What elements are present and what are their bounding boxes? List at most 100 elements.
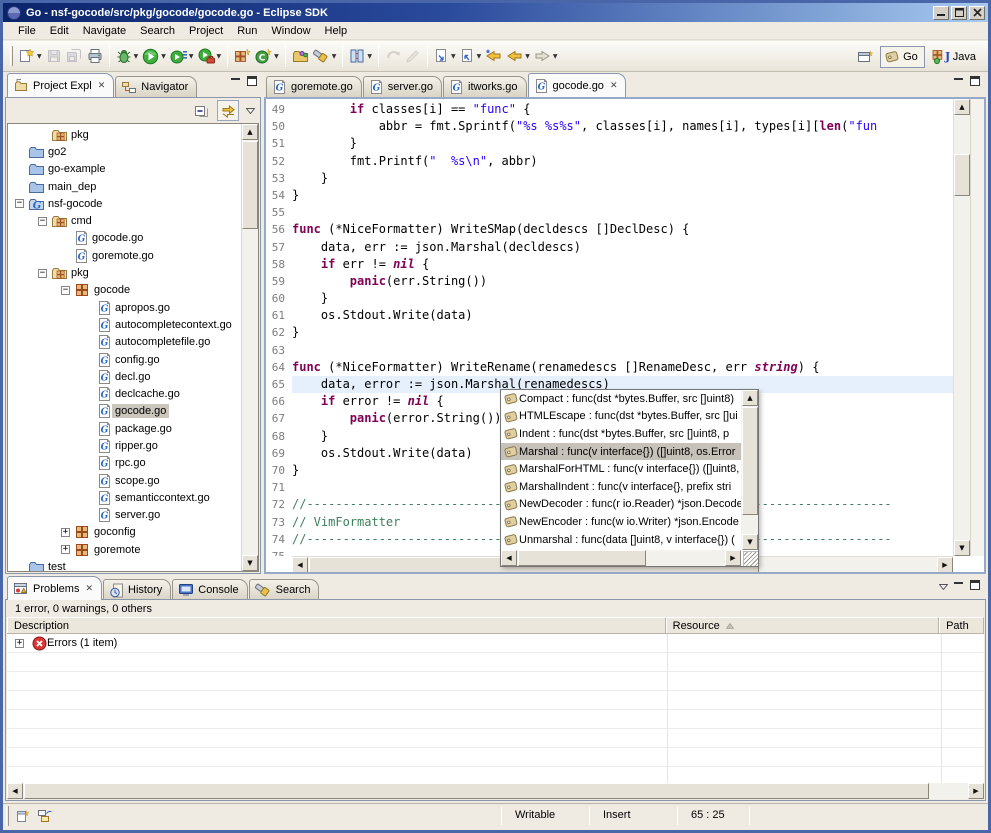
- menu-window[interactable]: Window: [264, 24, 317, 38]
- expand-node-icon[interactable]: +: [61, 528, 70, 537]
- collapse-all-icon[interactable]: [191, 100, 213, 121]
- explorer-tab-project-expl[interactable]: Project Expl✕: [7, 73, 114, 97]
- completion-item[interactable]: Unmarshal : func(data []uint8, v interfa…: [501, 531, 741, 549]
- problem-group-row[interactable]: +Errors (1 item): [7, 634, 984, 653]
- menu-navigate[interactable]: Navigate: [76, 24, 133, 38]
- tree-item-go-example[interactable]: go-example: [8, 161, 241, 178]
- editor-tab-goremote-go[interactable]: Ggoremote.go: [266, 76, 362, 97]
- tree-item-go2[interactable]: go2: [8, 143, 241, 160]
- view-menu-icon[interactable]: [939, 581, 948, 593]
- menu-search[interactable]: Search: [133, 24, 182, 38]
- code-line-51[interactable]: 51 }: [266, 135, 953, 152]
- tree-item-rpc-go[interactable]: Grpc.go: [8, 455, 241, 472]
- tree-item-decl-go[interactable]: Gdecl.go: [8, 368, 241, 385]
- code-line-59[interactable]: 59 panic(err.String()): [266, 273, 953, 290]
- tree-item-scope-go[interactable]: Gscope.go: [8, 472, 241, 489]
- tree-item-nsf-gocode[interactable]: −Gnsf-gocode: [8, 195, 241, 212]
- tree-item-apropos-go[interactable]: Gapropos.go: [8, 299, 241, 316]
- tree-item-test[interactable]: test: [8, 558, 241, 571]
- fast-view-icon[interactable]: [12, 806, 34, 827]
- view-menu-icon[interactable]: [243, 100, 257, 121]
- popup-vscrollbar[interactable]: ▲ ▼: [741, 390, 758, 550]
- dropdown-caret-icon[interactable]: ▼: [37, 53, 42, 60]
- minimize-view-icon[interactable]: [231, 77, 241, 89]
- tree-item-goremote[interactable]: +goremote: [8, 541, 241, 558]
- tree-item-ripper-go[interactable]: Gripper.go: [8, 437, 241, 454]
- tree-item-server-go[interactable]: Gserver.go: [8, 507, 241, 524]
- new-button[interactable]: ▼: [16, 44, 44, 68]
- tree-item-goconfig[interactable]: +goconfig: [8, 524, 241, 541]
- dropdown-caret-icon[interactable]: ▼: [189, 53, 194, 60]
- tree-item-autocompletefile-go[interactable]: Gautocompletefile.go: [8, 334, 241, 351]
- problems-tab-console[interactable]: Console: [172, 579, 247, 600]
- editor-tab-server-go[interactable]: Gserver.go: [363, 76, 442, 97]
- editor-tab-itworks-go[interactable]: Gitworks.go: [443, 76, 527, 97]
- dropdown-caret-icon[interactable]: ▼: [451, 53, 456, 60]
- editor-vscrollbar[interactable]: ▲ ▼: [953, 99, 970, 556]
- dropdown-caret-icon[interactable]: ▼: [134, 53, 139, 60]
- tree-item-pkg[interactable]: −pkg: [8, 264, 241, 281]
- tree-item-cmd[interactable]: −cmd: [8, 212, 241, 229]
- toolbar-gripper[interactable]: [10, 46, 13, 66]
- perspective-java[interactable]: JJava: [929, 46, 982, 68]
- editor-tab-gocode-go[interactable]: Ggocode.go✕: [528, 73, 627, 97]
- next-annotation-button[interactable]: ▼: [432, 44, 458, 68]
- code-line-55[interactable]: 55: [266, 204, 953, 221]
- minimize-editor-icon[interactable]: [954, 77, 964, 89]
- compare-button[interactable]: ▼: [347, 44, 374, 68]
- close-tab-icon[interactable]: ✕: [610, 81, 618, 91]
- tree-item-autocompletecontext-go[interactable]: Gautocompletecontext.go: [8, 316, 241, 333]
- menu-project[interactable]: Project: [182, 24, 230, 38]
- problems-tab-search[interactable]: Search: [249, 579, 320, 600]
- print-button[interactable]: [85, 44, 105, 68]
- dropdown-caret-icon[interactable]: ▼: [332, 53, 337, 60]
- tree-item-gocode-go[interactable]: Ggocode.go: [8, 230, 241, 247]
- collapse-node-icon[interactable]: −: [38, 269, 47, 278]
- tree-item-config-go[interactable]: Gconfig.go: [8, 351, 241, 368]
- open-resource-button[interactable]: [290, 44, 311, 68]
- code-line-63[interactable]: 63: [266, 342, 953, 359]
- tree-scrollbar[interactable]: ▲ ▼: [241, 124, 258, 571]
- code-line-54[interactable]: 54}: [266, 187, 953, 204]
- completion-item[interactable]: NewDecoder : func(r io.Reader) *json.Dec…: [501, 496, 741, 514]
- new-go-package-button[interactable]: [232, 44, 253, 68]
- tree-item-declcache-go[interactable]: Gdeclcache.go: [8, 385, 241, 402]
- tree-item-package-go[interactable]: Gpackage.go: [8, 420, 241, 437]
- maximize-button[interactable]: [951, 6, 967, 20]
- close-tab-icon[interactable]: ✕: [85, 584, 93, 594]
- column-header-path[interactable]: Path: [939, 617, 984, 633]
- completion-item[interactable]: HTMLEscape : func(dst *bytes.Buffer, src…: [501, 408, 741, 426]
- tree-item-goremote-go[interactable]: Ggoremote.go: [8, 247, 241, 264]
- menu-edit[interactable]: Edit: [43, 24, 76, 38]
- forward-button[interactable]: ▼: [532, 44, 560, 68]
- code-line-52[interactable]: 52 fmt.Printf(" %s\n", abbr): [266, 153, 953, 170]
- maximize-editor-icon[interactable]: [970, 76, 980, 89]
- completion-item[interactable]: MarshalForHTML : func(v interface{}) ([]…: [501, 460, 741, 478]
- dropdown-caret-icon[interactable]: ▼: [525, 53, 530, 60]
- code-line-60[interactable]: 60 }: [266, 290, 953, 307]
- overview-ruler[interactable]: [970, 99, 984, 556]
- dropdown-caret-icon[interactable]: ▼: [553, 53, 558, 60]
- completion-item[interactable]: MarshalIndent : func(v interface{}, pref…: [501, 478, 741, 496]
- code-line-57[interactable]: 57 data, err := json.Marshal(decldescs): [266, 239, 953, 256]
- code-line-58[interactable]: 58 if err != nil {: [266, 256, 953, 273]
- problems-tab-problems[interactable]: Problems✕: [7, 576, 102, 600]
- debug-button[interactable]: ▼: [114, 44, 141, 68]
- close-tab-icon[interactable]: ✕: [98, 81, 106, 91]
- menu-file[interactable]: File: [11, 24, 43, 38]
- link-with-editor-icon[interactable]: [217, 100, 239, 121]
- completion-item[interactable]: Marshal : func(v interface{}) ([]uint8, …: [501, 443, 741, 461]
- perspective-go[interactable]: Go: [880, 46, 925, 68]
- popup-hscrollbar[interactable]: ◀ ▶: [501, 550, 741, 566]
- completion-item[interactable]: Indent : func(dst *bytes.Buffer, src []u…: [501, 425, 741, 443]
- problems-tab-history[interactable]: History: [103, 579, 171, 600]
- tree-item-gocode[interactable]: −gocode: [8, 282, 241, 299]
- tree-item-semanticcontext-go[interactable]: Gsemanticcontext.go: [8, 489, 241, 506]
- minimize-view-icon[interactable]: [954, 581, 964, 593]
- expand-node-icon[interactable]: +: [61, 545, 70, 554]
- dropdown-caret-icon[interactable]: ▼: [161, 53, 166, 60]
- tree-item-pkg[interactable]: pkg: [8, 126, 241, 143]
- code-line-64[interactable]: 64func (*NiceFormatter) WriteRename(rena…: [266, 359, 953, 376]
- maximize-view-icon[interactable]: [970, 580, 980, 593]
- close-button[interactable]: [969, 6, 985, 20]
